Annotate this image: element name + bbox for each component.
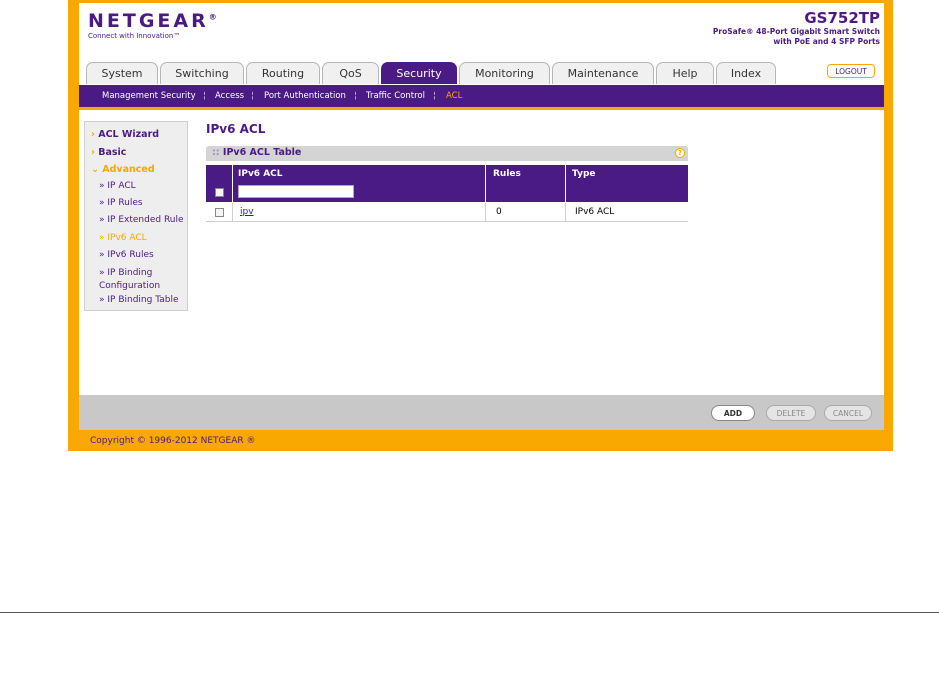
subnav-access[interactable]: Access: [215, 85, 244, 107]
sidebar: › ACL Wizard › Basic ⌄ Advanced » IP ACL…: [84, 121, 188, 311]
chevron-right-icon: ›: [91, 129, 95, 140]
chevron-right-icon: ›: [91, 147, 95, 158]
sidebar-item-ip-extended-rule[interactable]: » IP Extended Rule: [99, 215, 184, 225]
column-header-ipv6-acl: IPv6 ACL: [238, 168, 283, 179]
sidebar-item-ip-rules[interactable]: » IP Rules: [99, 198, 143, 208]
acl-type: IPv6 ACL: [575, 207, 615, 217]
delete-button[interactable]: DELETE: [766, 405, 816, 421]
sidebar-item-advanced[interactable]: ⌄ Advanced: [91, 164, 155, 175]
tab-security[interactable]: Security: [381, 62, 457, 84]
page-title: IPv6 ACL: [206, 122, 266, 136]
table-input-row: [206, 182, 688, 202]
subnav-management-security[interactable]: Management Security: [102, 85, 196, 107]
tab-index[interactable]: Index: [716, 62, 776, 84]
model-name: GS752TP: [804, 9, 880, 27]
sidebar-item-acl-wizard[interactable]: › ACL Wizard: [91, 129, 159, 140]
select-checkbox[interactable]: [214, 187, 224, 197]
add-button[interactable]: ADD: [711, 405, 755, 421]
sidebar-item-ipv6-rules[interactable]: » IPv6 Rules: [99, 250, 154, 260]
sidebar-item-ipv6-acl[interactable]: » IPv6 ACL: [99, 233, 147, 243]
sidebar-item-basic[interactable]: › Basic: [91, 147, 126, 158]
subnav-separator: ¦: [433, 91, 436, 101]
sidebar-item-ip-binding-table[interactable]: » IP Binding Table: [99, 295, 178, 305]
table-row: ipv 0 IPv6 ACL: [206, 203, 688, 222]
subnav-separator: ¦: [251, 91, 254, 101]
table-column-headers: IPv6 ACL Rules Type: [206, 165, 688, 182]
subnav-separator: ¦: [203, 91, 206, 101]
sidebar-item-ip-binding-configuration[interactable]: » IP Binding Configuration: [99, 267, 187, 293]
chevron-down-icon: ⌄: [91, 164, 99, 175]
model-description: ProSafe® 48-Port Gigabit Smart Switch wi…: [712, 27, 880, 46]
logout-button[interactable]: LOGOUT: [827, 64, 875, 78]
netgear-logo: NETGEAR®: [88, 10, 217, 32]
help-icon[interactable]: ?: [675, 148, 685, 158]
tab-maintenance[interactable]: Maintenance: [552, 62, 654, 84]
tagline: Connect with Innovation™: [88, 32, 181, 40]
acl-rules-count: 0: [496, 207, 502, 217]
tab-monitoring[interactable]: Monitoring: [459, 62, 550, 84]
tab-system[interactable]: System: [86, 62, 158, 84]
ipv6-acl-name-input[interactable]: [238, 185, 354, 198]
subnav-traffic-control[interactable]: Traffic Control: [366, 85, 425, 107]
subnav-acl[interactable]: ACL: [446, 85, 462, 107]
cancel-button[interactable]: CANCEL: [824, 405, 872, 421]
table-title: :: IPv6 ACL Table: [212, 147, 302, 158]
copyright-text: Copyright © 1996-2012 NETGEAR ®: [90, 436, 256, 446]
tab-qos[interactable]: QoS: [322, 62, 379, 84]
acl-name-link[interactable]: ipv: [240, 207, 254, 217]
tab-help[interactable]: Help: [656, 62, 714, 84]
table-header-bar: :: IPv6 ACL Table ?: [206, 146, 688, 161]
subnav-port-authentication[interactable]: Port Authentication: [264, 85, 346, 107]
row-checkbox[interactable]: [214, 207, 224, 217]
column-header-rules: Rules: [493, 168, 521, 179]
action-bar: ADD DELETE CANCEL: [79, 395, 884, 430]
sidebar-item-ip-acl[interactable]: » IP ACL: [99, 181, 136, 191]
sub-navigation: Management Security ¦ Access ¦ Port Auth…: [79, 85, 884, 107]
tab-switching[interactable]: Switching: [160, 62, 244, 84]
subnav-separator: ¦: [354, 91, 357, 101]
column-header-type: Type: [572, 168, 596, 179]
tab-routing[interactable]: Routing: [246, 62, 320, 84]
page-divider: [0, 612, 939, 613]
